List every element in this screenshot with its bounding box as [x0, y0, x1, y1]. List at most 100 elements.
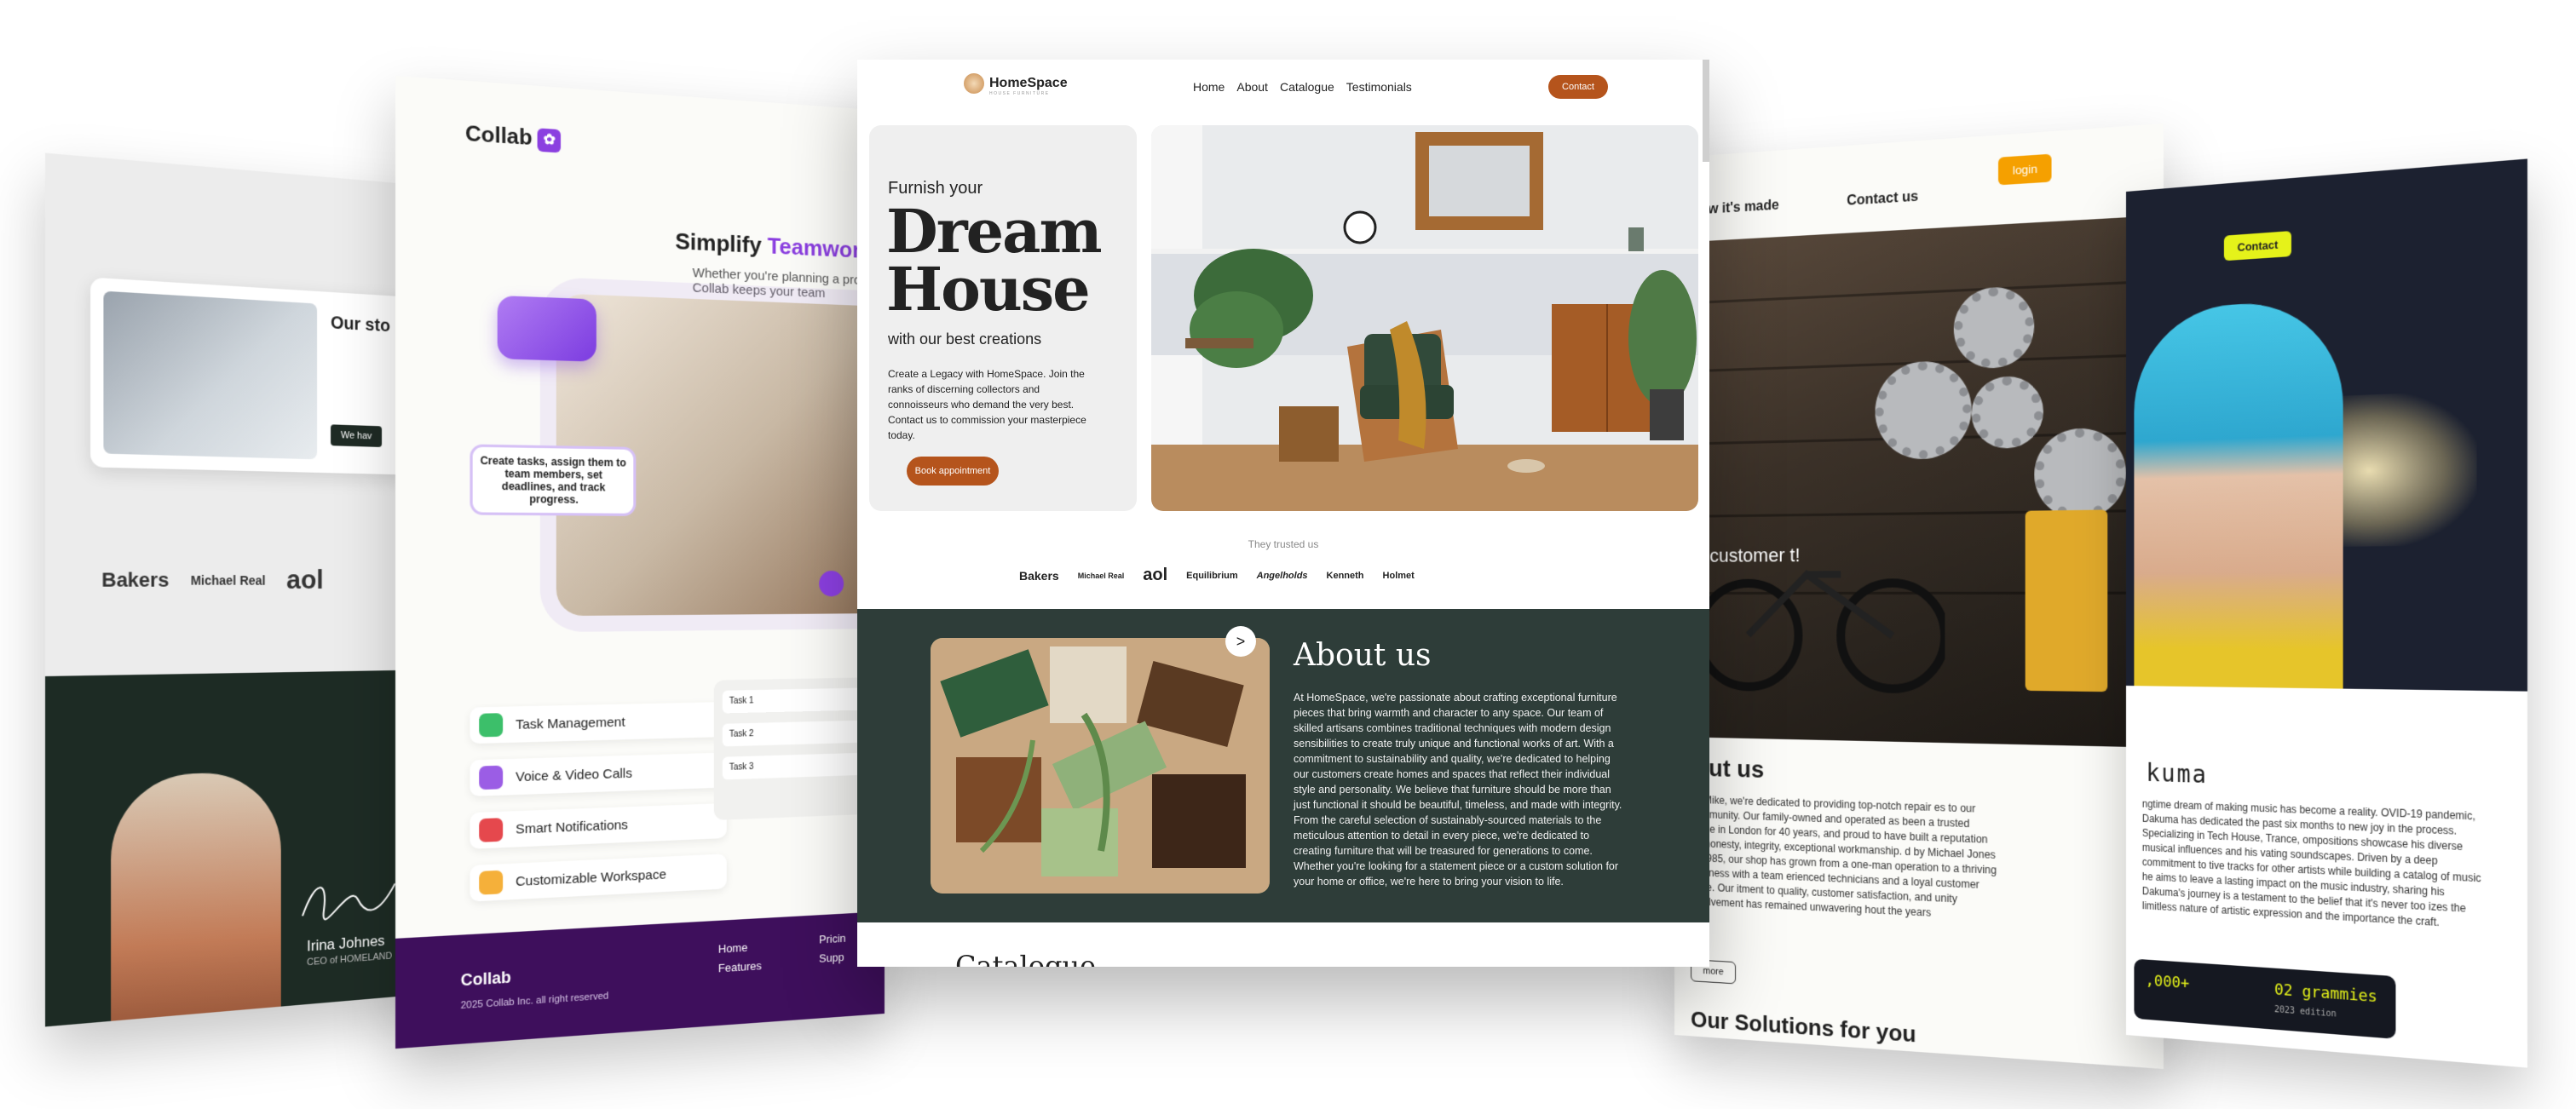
artist-bio: ngtime dream of making music has become …: [2141, 797, 2481, 929]
collab-logo-text: Collab: [465, 121, 533, 151]
feature-item[interactable]: Voice & Video Calls: [470, 752, 727, 796]
chat-bubble-icon: [497, 295, 596, 362]
homespace-logo[interactable]: HomeSpace HOUSE FURNITURE: [964, 73, 1068, 96]
logo-equilibrium: Equilibrium: [1186, 570, 1238, 581]
signature-icon: [298, 871, 399, 930]
trusted-heading: They trusted us: [1248, 538, 1319, 550]
feature-label: Smart Notifications: [516, 817, 628, 837]
logo-holmet: Holmet: [1382, 570, 1415, 581]
artist-hero: Contact: [2126, 158, 2528, 692]
story-button[interactable]: We hav: [331, 424, 383, 447]
feature-item[interactable]: Smart Notifications: [470, 802, 727, 849]
hero-title-line-2: House: [886, 254, 1091, 325]
stat-grammies-sub: 2023 edition: [2274, 1004, 2337, 1020]
nav-home[interactable]: Home: [1193, 80, 1225, 94]
book-appointment-button[interactable]: Book appointment: [907, 457, 999, 486]
feature-list: Task Management Voice & Video Calls Smar…: [470, 702, 727, 902]
workspace-icon: [479, 870, 504, 895]
hero-subtitle: Whether you're planning a proj Collab ke…: [692, 265, 864, 302]
gear-icon: [1971, 375, 2043, 450]
task-panel: Task 1 Task 2 Task 3: [713, 677, 881, 820]
logo-bakers: Bakers: [101, 568, 170, 592]
footer-link-home[interactable]: Home: [718, 937, 762, 959]
footer-link-support[interactable]: Supp: [819, 948, 845, 968]
footer-nav: Home Features: [718, 937, 762, 978]
logo-michael-real: Michael Real: [190, 572, 266, 588]
tool-stand: [2025, 509, 2108, 692]
logo-mark-icon: [964, 73, 984, 94]
bike-hero-image: al customer t!: [1674, 215, 2164, 748]
ceo-portrait: [111, 770, 281, 1021]
stat-count: ,000+: [2145, 971, 2190, 993]
logo-michael-real: Michael Real: [1077, 571, 1125, 580]
partner-logos: Bakers Michael Real aol: [101, 565, 323, 596]
gear-icon: [1875, 359, 1972, 461]
meeting-photo: [103, 290, 318, 460]
footer-link-features[interactable]: Features: [718, 957, 762, 979]
next-arrow-button[interactable]: >: [1225, 626, 1256, 657]
footer-copyright: 2025 Collab Inc. all right reserved: [460, 991, 609, 1012]
nav-testimonials[interactable]: Testimonials: [1346, 80, 1412, 94]
check-icon: [479, 713, 504, 738]
brand-tagline: HOUSE FURNITURE: [989, 91, 1050, 96]
bike-repair-page-preview: How it's made Contact us login al custom…: [1674, 123, 2164, 1070]
feature-label: Task Management: [516, 714, 625, 733]
nav-catalogue[interactable]: Catalogue: [1280, 80, 1334, 94]
microphone-icon[interactable]: [819, 571, 844, 597]
top-nav: HomeSpace HOUSE FURNITURE Home About Cat…: [857, 60, 1709, 119]
brand-name: HomeSpace: [989, 76, 1068, 90]
living-room-illustration: [1151, 125, 1698, 511]
living-room-photo: [1151, 125, 1698, 511]
material-samples-illustration: [931, 638, 1270, 894]
logo-aol: aol: [1143, 566, 1168, 584]
hero-description: Create a Legacy with HomeSpace. Join the…: [888, 368, 1086, 441]
login-button[interactable]: login: [1997, 153, 2053, 186]
homespace-page: HomeSpace HOUSE FURNITURE Home About Cat…: [857, 60, 1709, 967]
nav-about[interactable]: About: [1236, 80, 1268, 94]
feature-item[interactable]: Task Management: [470, 702, 727, 744]
task-callout: Create tasks, assign them to team member…: [470, 444, 637, 516]
artist-portrait: [2134, 298, 2343, 689]
solutions-title: Our Solutions for you: [1691, 1006, 1916, 1048]
logo-aol: aol: [286, 565, 324, 595]
about-section: > About us At HomeSpace, we're passionat…: [857, 609, 1709, 922]
about-text: At HomeSpace, we're passionate about cra…: [1294, 692, 1622, 888]
logo-angelholds: Angelholds: [1256, 570, 1308, 581]
footer-link-pricing[interactable]: Pricin: [819, 929, 845, 950]
collab-footer: Collab 2025 Collab Inc. all right reserv…: [395, 911, 885, 1049]
notification-icon: [479, 818, 504, 842]
logo-bakers: Bakers: [1019, 568, 1059, 583]
hero-title-prefix: Simplify: [675, 227, 768, 259]
hero-title-line-1: Dream: [886, 196, 1103, 267]
hero-title: Simplify Teamwork.: [675, 227, 878, 264]
nav-contact-us[interactable]: Contact us: [1847, 189, 1918, 210]
logo-kenneth: Kenneth: [1326, 570, 1364, 581]
task-row[interactable]: Task 1: [722, 687, 873, 714]
video-icon: [479, 765, 504, 790]
feature-label: Customizable Workspace: [516, 866, 666, 889]
contact-button[interactable]: Contact: [1548, 75, 1608, 99]
feature-item[interactable]: Customizable Workspace: [470, 853, 727, 902]
trusted-logos: Bakers Michael Real aol Equilibrium Ange…: [1019, 566, 1415, 585]
collab-logo-icon: ✿: [537, 128, 562, 153]
gear-icon: [1953, 285, 2035, 370]
gear-icon: [2034, 427, 2127, 520]
hero-title: Dream House: [886, 196, 1103, 325]
nav-links: Home About Catalogue Testimonials: [1193, 80, 1412, 94]
collab-page-preview: Collab ✿ Simplify Teamwork. Whether you'r…: [395, 75, 885, 1049]
collab-logo[interactable]: Collab ✿: [465, 121, 562, 153]
task-row[interactable]: Task 3: [722, 752, 873, 780]
footer-nav-2: Pricin Supp: [819, 929, 845, 968]
artist-name: kuma: [2146, 758, 2208, 790]
bike-nav: How it's made Contact us: [1691, 189, 1918, 219]
about-text: dy Mike, we're dedicated to providing to…: [1691, 793, 1997, 919]
task-row[interactable]: Task 2: [722, 720, 873, 747]
material-samples-photo: [931, 638, 1270, 894]
feature-label: Voice & Video Calls: [516, 765, 632, 784]
stats-panel: ,000+ 02 grammies 2023 edition: [2134, 958, 2396, 1039]
hero-subtitle: with our best creations: [888, 330, 1042, 348]
catalogue-title: Catalogue: [955, 950, 1097, 967]
contact-button[interactable]: Contact: [2223, 231, 2292, 261]
footer-logo[interactable]: Collab: [461, 968, 511, 991]
about-title: About us: [1294, 638, 1432, 673]
